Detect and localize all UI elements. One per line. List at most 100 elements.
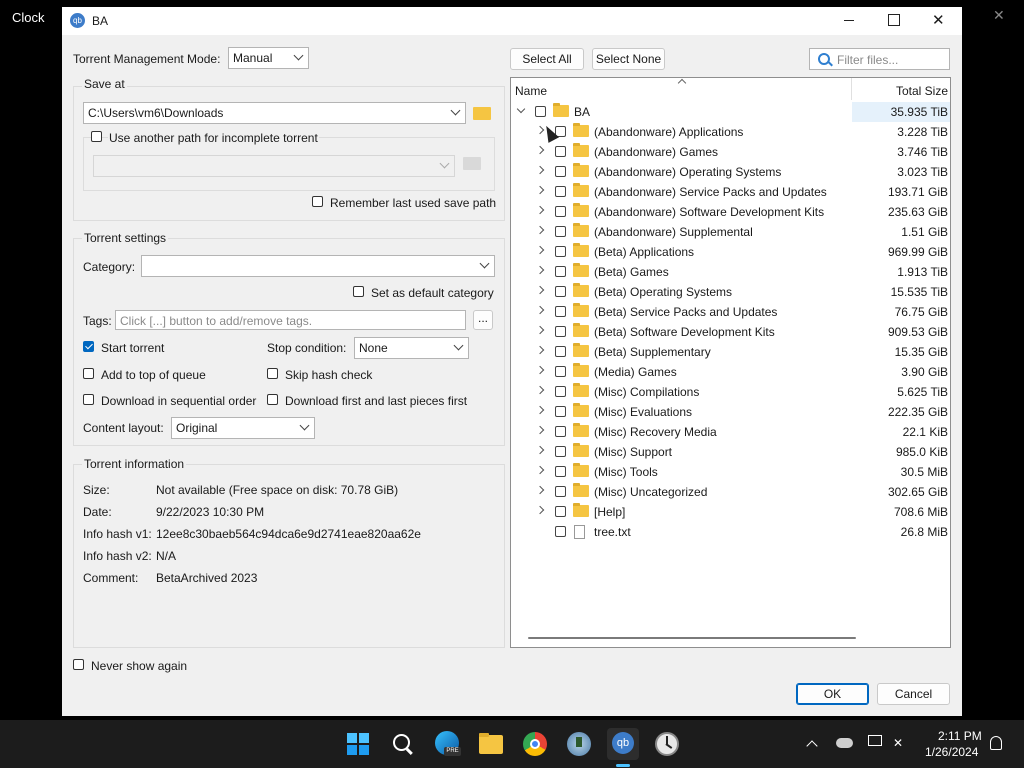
row-checkbox[interactable]	[555, 146, 566, 157]
row-checkbox[interactable]	[555, 526, 566, 537]
chevron-right-icon[interactable]	[535, 345, 545, 355]
cancel-button[interactable]: Cancel	[877, 683, 950, 705]
content-layout-select[interactable]: Original	[171, 417, 315, 439]
chevron-right-icon[interactable]	[535, 365, 545, 375]
row-checkbox[interactable]	[555, 266, 566, 277]
skip-hash-checkbox[interactable]	[267, 368, 278, 379]
set-default-category-checkbox[interactable]	[353, 286, 364, 297]
edit-tags-button[interactable]: ...	[473, 310, 493, 330]
chevron-right-icon[interactable]	[535, 405, 545, 415]
row-checkbox[interactable]	[555, 326, 566, 337]
tree-folder-row[interactable]: (Abandonware) Games 3.746 TiB	[511, 142, 950, 162]
download-manager-icon[interactable]	[563, 728, 595, 760]
row-checkbox[interactable]	[555, 186, 566, 197]
row-checkbox[interactable]	[555, 206, 566, 217]
tree-folder-row[interactable]: (Misc) Compilations 5.625 TiB	[511, 382, 950, 402]
chevron-right-icon[interactable]	[535, 325, 545, 335]
tree-folder-row[interactable]: (Media) Games 3.90 GiB	[511, 362, 950, 382]
tree-folder-row[interactable]: (Beta) Supplementary 15.35 GiB	[511, 342, 950, 362]
row-checkbox[interactable]	[555, 346, 566, 357]
chevron-right-icon[interactable]	[535, 425, 545, 435]
root-checkbox[interactable]	[535, 106, 546, 117]
row-checkbox[interactable]	[555, 446, 566, 457]
first-last-checkbox[interactable]	[267, 394, 278, 405]
tree-folder-row[interactable]: (Beta) Service Packs and Updates 76.75 Gi…	[511, 302, 950, 322]
category-combo[interactable]	[141, 255, 495, 277]
minimize-button[interactable]	[842, 13, 856, 27]
row-checkbox[interactable]	[555, 226, 566, 237]
ok-button[interactable]: OK	[796, 683, 869, 705]
filter-files-input[interactable]: Filter files...	[809, 48, 950, 70]
tree-folder-row[interactable]: (Misc) Support 985.0 KiB	[511, 442, 950, 462]
chevron-right-icon[interactable]	[535, 205, 545, 215]
row-checkbox[interactable]	[555, 386, 566, 397]
row-checkbox[interactable]	[555, 286, 566, 297]
tree-root-row[interactable]: BA 35.935 TiB	[511, 102, 950, 122]
tree-folder-row[interactable]: (Misc) Evaluations 222.35 GiB	[511, 402, 950, 422]
chevron-right-icon[interactable]	[535, 305, 545, 315]
row-checkbox[interactable]	[555, 506, 566, 517]
row-checkbox[interactable]	[555, 246, 566, 257]
tree-folder-row[interactable]: (Misc) Recovery Media 22.1 KiB	[511, 422, 950, 442]
row-checkbox[interactable]	[555, 466, 566, 477]
never-show-checkbox[interactable]	[73, 659, 84, 670]
qbittorrent-icon[interactable]: qb	[607, 728, 639, 767]
column-header-name[interactable]: Name	[515, 84, 547, 98]
chevron-up-icon[interactable]	[806, 740, 818, 752]
tree-folder-row[interactable]: (Misc) Tools 30.5 MiB	[511, 462, 950, 482]
row-checkbox[interactable]	[555, 406, 566, 417]
browse-folder-button[interactable]	[471, 104, 493, 122]
add-top-queue-checkbox[interactable]	[83, 368, 94, 379]
chevron-right-icon[interactable]	[535, 385, 545, 395]
search-icon[interactable]	[387, 728, 419, 760]
chevron-right-icon[interactable]	[535, 465, 545, 475]
chevron-right-icon[interactable]	[535, 165, 545, 175]
close-button[interactable]: ✕	[932, 11, 945, 29]
background-close-button[interactable]: ✕	[993, 7, 1005, 24]
select-all-button[interactable]: Select All	[510, 48, 584, 70]
row-checkbox[interactable]	[555, 366, 566, 377]
horizontal-scrollbar[interactable]	[528, 637, 856, 639]
onedrive-icon[interactable]	[836, 738, 853, 748]
start-torrent-checkbox[interactable]	[83, 341, 94, 352]
tree-folder-row[interactable]: (Abandonware) Software Development Kits 2…	[511, 202, 950, 222]
row-checkbox[interactable]	[555, 166, 566, 177]
tree-folder-row[interactable]: (Beta) Games 1.913 TiB	[511, 262, 950, 282]
clock-app-icon[interactable]	[651, 728, 683, 760]
chevron-right-icon[interactable]	[535, 265, 545, 275]
sequential-checkbox[interactable]	[83, 394, 94, 405]
chevron-right-icon[interactable]	[535, 445, 545, 455]
tree-folder-row[interactable]: (Beta) Software Development Kits 909.53 G…	[511, 322, 950, 342]
clock-time[interactable]: 2:11 PM	[938, 729, 982, 743]
tree-folder-row[interactable]: (Misc) Uncategorized 302.65 GiB	[511, 482, 950, 502]
column-header-size[interactable]: Total Size	[896, 84, 948, 98]
row-checkbox[interactable]	[555, 306, 566, 317]
chrome-icon[interactable]	[519, 728, 551, 760]
edge-dev-icon[interactable]: PRE	[431, 728, 463, 760]
save-path-combo[interactable]: C:\Users\vm6\Downloads	[83, 102, 466, 124]
tree-file-row[interactable]: tree.txt 26.8 MiB	[511, 522, 950, 542]
chevron-right-icon[interactable]	[535, 145, 545, 155]
tree-folder-row[interactable]: (Abandonware) Operating Systems 3.023 TiB	[511, 162, 950, 182]
management-mode-select[interactable]: Manual	[228, 47, 309, 69]
chevron-right-icon[interactable]	[535, 485, 545, 495]
clock-date[interactable]: 1/26/2024	[925, 745, 978, 759]
notifications-icon[interactable]	[990, 736, 1002, 750]
tree-folder-row[interactable]: (Beta) Operating Systems 15.535 TiB	[511, 282, 950, 302]
volume-muted-icon[interactable]: ✕	[893, 736, 907, 750]
chevron-right-icon[interactable]	[535, 245, 545, 255]
file-explorer-icon[interactable]	[475, 728, 507, 760]
tree-folder-row[interactable]: (Abandonware) Applications 3.228 TiB	[511, 122, 950, 142]
chevron-right-icon[interactable]	[535, 285, 545, 295]
row-checkbox[interactable]	[555, 426, 566, 437]
row-checkbox[interactable]	[555, 486, 566, 497]
chevron-right-icon[interactable]	[535, 185, 545, 195]
network-icon[interactable]	[868, 735, 882, 746]
chevron-right-icon[interactable]	[535, 505, 545, 515]
chevron-right-icon[interactable]	[535, 225, 545, 235]
tree-folder-row[interactable]: (Abandonware) Service Packs and Updates 1…	[511, 182, 950, 202]
use-another-path-checkbox[interactable]	[91, 131, 102, 142]
file-tree[interactable]: Name Total Size BA 35.935 TiB (Abandonwa…	[510, 77, 951, 648]
windows-start-icon[interactable]	[342, 728, 374, 760]
maximize-button[interactable]	[888, 14, 900, 26]
